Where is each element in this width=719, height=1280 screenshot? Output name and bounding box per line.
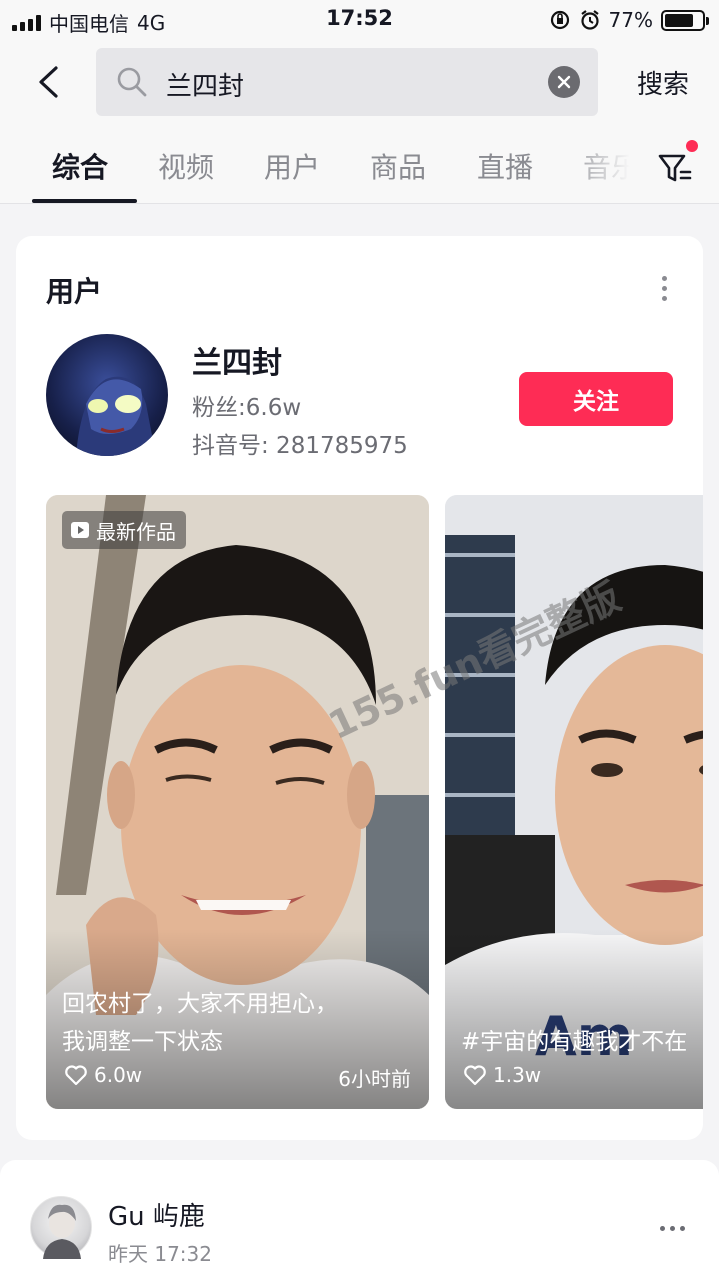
battery-icon <box>661 9 709 31</box>
avatar-image <box>43 1204 81 1259</box>
more-options-button[interactable] <box>660 1226 685 1231</box>
video-caption: 回农村了，大家不用担心， 我调整一下状态 <box>62 985 422 1061</box>
like-value: 6.0w <box>94 1063 143 1087</box>
like-count: 1.3w <box>463 1063 541 1087</box>
heart-icon <box>464 1065 486 1086</box>
avatar[interactable] <box>30 1196 92 1259</box>
tab-users[interactable]: 用户 <box>264 146 320 186</box>
search-icon <box>117 67 147 97</box>
post-time: 昨天 17:32 <box>108 1242 212 1266</box>
tab-products[interactable]: 商品 <box>370 146 426 186</box>
section-title: 用户 <box>46 275 103 308</box>
follow-button[interactable]: 关注 <box>519 372 673 426</box>
search-header: 兰四封 搜索 <box>0 40 719 128</box>
post-author[interactable]: Gu 屿鹿 <box>108 1196 205 1233</box>
avatar[interactable] <box>46 334 168 456</box>
search-button[interactable]: 搜索 <box>637 64 689 101</box>
video-caption: #宇宙的有趣我才不在 <box>461 985 703 1061</box>
tab-fade <box>560 128 660 203</box>
back-button[interactable] <box>26 60 70 104</box>
avatar-image <box>76 376 156 456</box>
video-post-time: 6小时前 <box>338 1067 411 1091</box>
user-name[interactable]: 兰四封 <box>192 338 282 382</box>
follower-count: 粉丝:6.6w <box>192 395 302 421</box>
caption-line: #宇宙的有趣我才不在 <box>461 1029 688 1055</box>
latest-work-badge: 最新作品 <box>62 511 186 549</box>
caption-line: 我调整一下状态 <box>62 1029 223 1055</box>
video-thumbnail[interactable]: 最新作品 回农村了，大家不用担心， 我调整一下状态 6.0w 6小时前 <box>46 495 429 1109</box>
notification-dot <box>686 140 698 152</box>
filter-icon[interactable] <box>656 148 696 188</box>
search-query: 兰四封 <box>166 72 245 102</box>
active-tab-indicator <box>32 199 137 203</box>
douyin-id: 抖音号: 281785975 <box>192 433 408 459</box>
battery-percent: 77% <box>608 8 653 32</box>
search-tabs: 综合 视频 用户 商品 直播 音乐 <box>0 128 719 204</box>
alarm-icon <box>580 10 599 30</box>
tab-comprehensive[interactable]: 综合 <box>52 146 108 186</box>
status-bar: 中国电信 4G 17:52 77% <box>0 0 719 40</box>
close-icon <box>557 75 571 89</box>
back-arrow-icon <box>39 66 58 98</box>
clear-search-button[interactable] <box>548 66 580 98</box>
caption-line <box>461 985 703 1023</box>
tab-live[interactable]: 直播 <box>477 146 533 186</box>
more-options-button[interactable] <box>662 276 667 301</box>
search-input[interactable]: 兰四封 <box>96 48 598 116</box>
like-count: 6.0w <box>64 1063 142 1087</box>
status-right: 77% <box>549 8 709 32</box>
rotation-lock-icon <box>550 10 569 30</box>
post-item[interactable]: Gu 屿鹿 昨天 17:32 <box>0 1160 719 1280</box>
tab-videos[interactable]: 视频 <box>158 146 214 186</box>
caption-line: 回农村了，大家不用担心， <box>62 991 338 1017</box>
video-badge-icon <box>71 522 89 538</box>
like-value: 1.3w <box>493 1063 542 1087</box>
heart-icon <box>65 1065 87 1086</box>
badge-label: 最新作品 <box>96 519 176 544</box>
